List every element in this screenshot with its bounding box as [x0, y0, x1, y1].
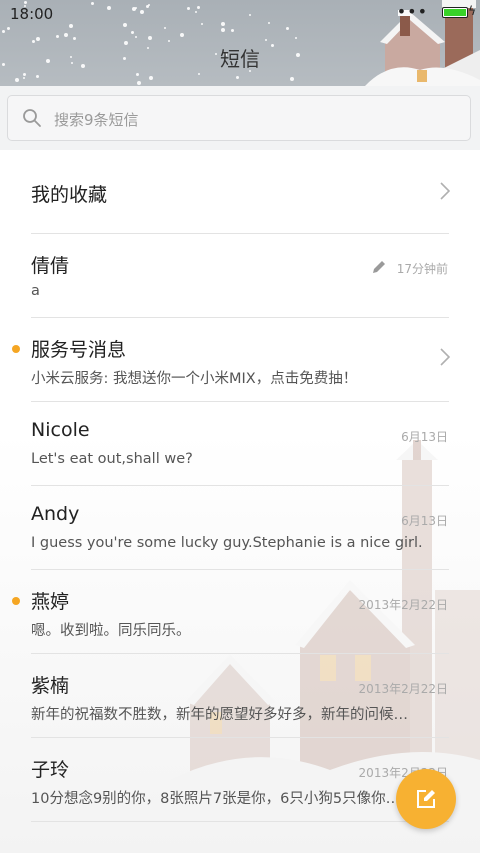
snowflake: [221, 28, 225, 32]
conversation-row[interactable]: Andy 6月13日 I guess you're some lucky guy…: [0, 486, 480, 570]
compose-icon: [417, 790, 435, 808]
message-time: 17分钟前: [396, 262, 448, 276]
favorites-label: 我的收藏: [31, 184, 108, 206]
contact-name: 倩倩: [31, 255, 70, 277]
message-preview: Let's eat out,shall we?: [31, 451, 193, 467]
contact-name: 服务号消息: [31, 339, 127, 361]
page-title: 短信: [220, 47, 260, 71]
snowflake: [23, 77, 25, 79]
search-input[interactable]: 搜索9条短信: [7, 95, 471, 141]
search-area: 搜索9条短信: [0, 86, 480, 150]
snowflake: [2, 30, 5, 33]
message-preview: 新年的祝福数不胜数，新年的愿望好多好多，新年的问候…: [31, 707, 408, 723]
snowflake: [64, 33, 68, 37]
conversation-row[interactable]: 服务号消息 小米云服务: 我想送你一个小米MIX，点击免费抽！: [0, 318, 480, 402]
snowflake: [149, 76, 153, 80]
snowflake: [23, 73, 26, 76]
snowflake: [56, 35, 59, 38]
snowflake: [136, 73, 139, 76]
snowflake: [135, 36, 137, 38]
snowflake: [265, 39, 267, 41]
unread-dot: [12, 345, 20, 353]
compose-button[interactable]: [396, 769, 456, 829]
message-time: 6月13日: [401, 430, 448, 444]
unread-dot: [12, 597, 20, 605]
conversation-list: 我的收藏 倩倩 17分钟前 a 服务号消息 小米云服务: 我想送你一个小米MIX…: [0, 150, 480, 853]
snowflake: [198, 73, 200, 75]
message-time: 2013年2月22日: [358, 598, 448, 612]
snowflake: [15, 78, 19, 82]
contact-name: 紫楠: [31, 675, 70, 697]
conversation-row[interactable]: 紫楠 2013年2月22日 新年的祝福数不胜数，新年的愿望好多好多，新年的问候…: [0, 654, 480, 738]
header: 18:00 ••• ϟ 短信: [0, 0, 480, 86]
contact-name: 子玲: [31, 759, 70, 781]
snowflake: [168, 40, 170, 42]
message-time: 2013年2月22日: [358, 682, 448, 696]
favorites-row[interactable]: 我的收藏: [0, 150, 480, 234]
chevron-right-icon: [440, 182, 450, 200]
message-time: 6月13日: [401, 514, 448, 528]
message-preview: 嗯。收到啦。同乐同乐。: [31, 623, 191, 639]
status-bar: 18:00 ••• ϟ: [0, 0, 480, 28]
signal-dots: •••: [396, 2, 428, 21]
message-preview: 小米云服务: 我想送你一个小米MIX，点击免费抽！: [31, 371, 358, 387]
snowflake: [180, 33, 184, 37]
conversation-row[interactable]: Nicole 6月13日 Let's eat out,shall we?: [0, 402, 480, 486]
snowflake: [73, 37, 76, 40]
conversation-row[interactable]: 倩倩 17分钟前 a: [0, 234, 480, 318]
conversation-row[interactable]: 燕婷 2013年2月22日 嗯。收到啦。同乐同乐。: [0, 570, 480, 654]
snowflake: [148, 36, 152, 40]
search-icon: [23, 109, 41, 127]
chevron-right-icon: [440, 348, 450, 366]
snowflake: [131, 31, 134, 34]
snowflake: [236, 76, 239, 79]
snowflake: [231, 29, 234, 32]
contact-name: Nicole: [31, 419, 90, 441]
contact-name: 燕婷: [31, 591, 70, 613]
snowflake: [36, 37, 40, 41]
status-time: 18:00: [10, 5, 54, 23]
search-placeholder: 搜索9条短信: [54, 111, 139, 129]
row-divider: [31, 821, 449, 822]
message-preview: I guess you're some lucky guy.Stephanie …: [31, 535, 423, 551]
message-preview: 10分想念9别的你，8张照片7张是你，6只小狗5只像你…: [31, 791, 401, 807]
charging-icon: ϟ: [468, 4, 476, 18]
snowflake: [137, 81, 141, 85]
battery-icon: [442, 7, 468, 18]
snowflake: [36, 75, 39, 78]
message-preview: a: [31, 283, 40, 299]
contact-name: Andy: [31, 503, 80, 525]
draft-pencil-icon: [373, 261, 385, 273]
